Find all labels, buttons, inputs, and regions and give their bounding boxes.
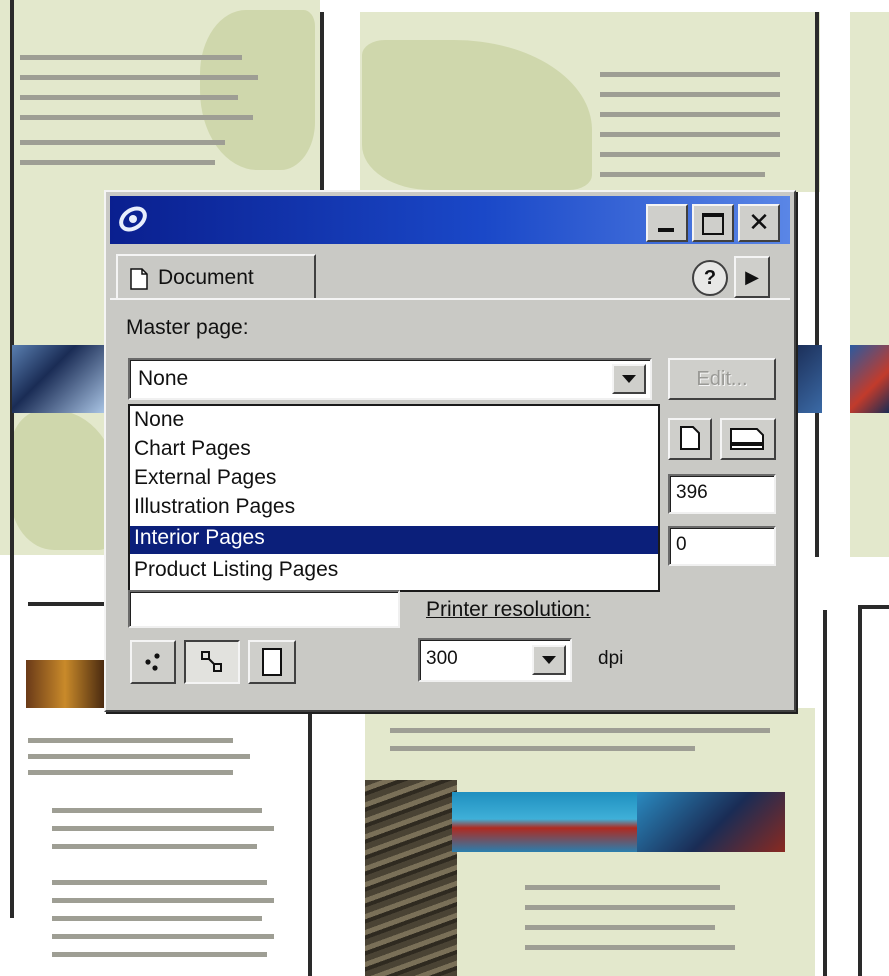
minimize-button[interactable] — [646, 204, 688, 242]
help-button[interactable]: ? — [692, 260, 728, 296]
tab-strip-border — [110, 298, 790, 300]
list-item[interactable]: Illustration Pages — [134, 495, 295, 519]
master-page-value: None — [138, 367, 189, 390]
help-icon: ? — [703, 267, 717, 289]
title-bar[interactable]: ✕ — [110, 196, 790, 244]
chevron-down-icon — [542, 656, 556, 664]
printer-resolution-value: 300 — [426, 648, 458, 669]
page-edge — [858, 605, 862, 976]
text-line — [600, 72, 780, 77]
page-edge — [858, 605, 889, 609]
portrait-page-icon — [680, 426, 700, 455]
text-line — [52, 934, 274, 939]
chevron-down-icon — [622, 375, 636, 383]
minimize-icon — [658, 228, 674, 232]
page-edge — [10, 0, 14, 918]
text-line — [20, 115, 253, 120]
page-edge — [28, 602, 104, 606]
text-line — [600, 152, 780, 157]
master-page-select[interactable]: None — [128, 358, 652, 400]
master-page-list[interactable]: None Chart Pages External Pages Illustra… — [128, 404, 660, 592]
text-line — [28, 754, 250, 759]
page-edge — [308, 705, 312, 976]
text-line — [52, 916, 262, 921]
value-field-2-text: 0 — [676, 534, 687, 555]
text-line — [52, 898, 274, 903]
text-line — [52, 844, 257, 849]
value-field-1[interactable]: 396 — [668, 474, 776, 514]
close-icon: ✕ — [748, 208, 770, 238]
edit-button[interactable]: Edit... — [668, 358, 776, 400]
text-line — [525, 885, 720, 890]
text-line — [52, 826, 274, 831]
portrait-page-button[interactable] — [668, 418, 712, 460]
text-line — [20, 55, 242, 60]
text-line — [28, 770, 233, 775]
photo-figure — [792, 345, 822, 413]
flyout-arrow-icon: ▶ — [745, 267, 759, 287]
photo-figure — [637, 792, 785, 852]
printer-resolution-select[interactable]: 300 — [418, 638, 572, 682]
value-field-1-text: 396 — [676, 482, 708, 503]
landscape-page-button[interactable] — [720, 418, 776, 460]
text-line — [525, 925, 715, 930]
document-dialog: ✕ Document ? ▶ Master page: None Edit...… — [104, 190, 796, 712]
background-map-left — [200, 10, 315, 170]
photo-figure — [365, 780, 457, 976]
edit-button-label: Edit... — [696, 368, 748, 390]
tab-document-label: Document — [158, 266, 254, 289]
text-line — [600, 92, 780, 97]
list-item[interactable]: Product Listing Pages — [134, 558, 338, 582]
single-page-icon — [262, 648, 282, 676]
photo-figure — [26, 660, 104, 708]
text-line — [52, 808, 262, 813]
connected-view-button[interactable] — [184, 640, 240, 684]
text-line — [20, 75, 258, 80]
page-edge — [815, 12, 819, 557]
value-field-2[interactable]: 0 — [668, 526, 776, 566]
text-line — [600, 172, 765, 177]
blank-field[interactable] — [128, 590, 400, 628]
scatter-view-button[interactable] — [130, 640, 176, 684]
background-page-right — [850, 12, 889, 557]
text-line — [600, 132, 780, 137]
text-line — [20, 140, 225, 145]
text-line — [600, 112, 780, 117]
list-item[interactable]: None — [134, 408, 184, 432]
connected-view-icon — [200, 650, 224, 679]
photo-figure — [452, 792, 637, 852]
maximize-button[interactable] — [692, 204, 734, 242]
text-line — [390, 728, 770, 733]
master-page-dropdown-button[interactable] — [612, 364, 646, 394]
flyout-menu-button[interactable]: ▶ — [734, 256, 770, 298]
text-line — [20, 95, 238, 100]
photo-figure — [850, 345, 889, 413]
list-item[interactable]: External Pages — [134, 466, 276, 490]
app-logo-icon — [118, 204, 148, 234]
single-page-view-button[interactable] — [248, 640, 296, 684]
text-line — [28, 738, 233, 743]
text-line — [20, 160, 215, 165]
text-line — [525, 905, 735, 910]
document-icon — [130, 268, 148, 290]
tab-document[interactable]: Document — [116, 254, 316, 300]
photo-figure — [12, 345, 104, 413]
master-page-label: Master page: — [126, 316, 249, 339]
close-button[interactable]: ✕ — [738, 204, 780, 242]
text-line — [390, 746, 695, 751]
page-edge — [823, 610, 827, 976]
text-line — [52, 880, 267, 885]
text-line — [52, 952, 267, 957]
printer-resolution-label: Printer resolution: — [426, 598, 591, 621]
scatter-view-icon — [142, 651, 164, 678]
printer-resolution-dropdown-button[interactable] — [532, 645, 566, 675]
list-item-selected[interactable]: Interior Pages — [130, 526, 658, 554]
maximize-icon — [702, 213, 724, 235]
page-edge — [320, 12, 324, 192]
dpi-label: dpi — [598, 648, 624, 669]
list-item[interactable]: Chart Pages — [134, 437, 251, 461]
landscape-page-icon — [730, 428, 764, 455]
text-line — [525, 945, 735, 950]
